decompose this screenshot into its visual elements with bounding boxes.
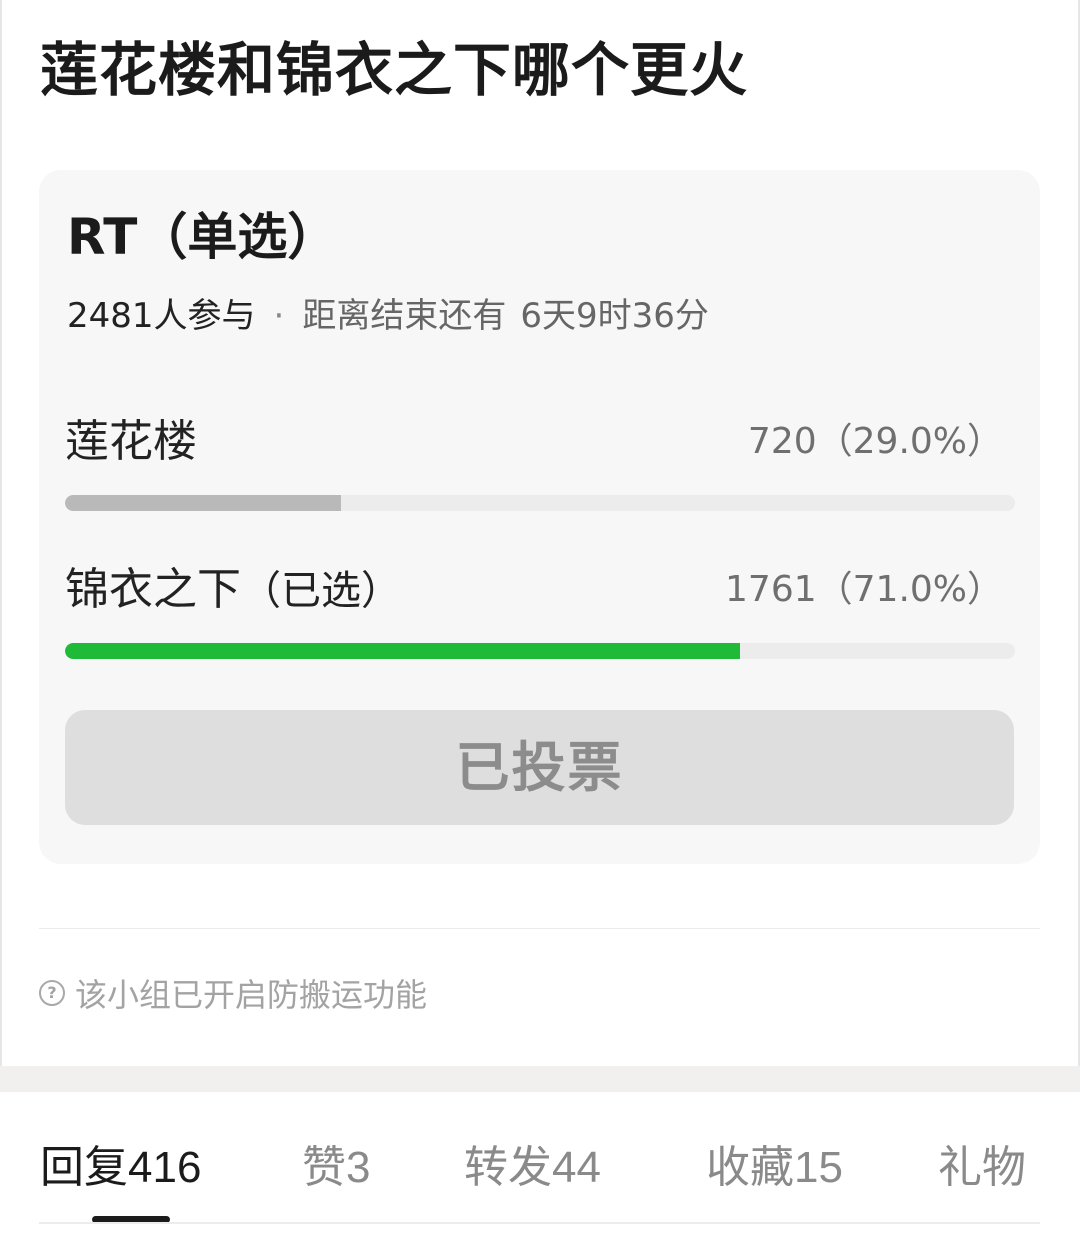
tab-likes[interactable]: 赞3	[302, 1138, 370, 1198]
anti-repost-text: 该小组已开启防搬运功能	[75, 976, 428, 1014]
poll-option-bar-fill	[65, 495, 341, 511]
poll-title: RT（单选）	[67, 208, 338, 266]
poll-option-label: 锦衣之下（已选）	[65, 558, 401, 623]
tab-reposts[interactable]: 转发44	[464, 1138, 601, 1198]
section-gap	[0, 1066, 1080, 1092]
tab-gifts[interactable]: 礼物	[938, 1138, 1026, 1198]
post-detail-page: 莲花楼和锦衣之下哪个更火 RT（单选） 2481人参与 · 距离结束还有 6天9时36…	[0, 0, 1080, 1242]
option-name: 锦衣之下	[65, 564, 241, 615]
tab-label: 转发	[464, 1142, 552, 1193]
tab-label: 礼物	[938, 1142, 1026, 1193]
tab-count: 15	[794, 1143, 843, 1192]
poll-option-label: 莲花楼	[65, 410, 197, 475]
tab-count: 416	[128, 1143, 202, 1192]
tab-favorites[interactable]: 收藏15	[706, 1138, 843, 1198]
post-title: 莲花楼和锦衣之下哪个更火	[40, 36, 749, 104]
poll-option-count: 720（29.0%）	[747, 421, 1003, 462]
poll-option-bar-track	[65, 643, 1015, 659]
tab-count: 44	[552, 1143, 601, 1192]
poll-option-bar-fill	[65, 643, 740, 659]
poll-meta: 2481人参与 · 距离结束还有 6天9时36分	[67, 292, 709, 340]
voted-button[interactable]: 已投票	[65, 710, 1014, 825]
poll-card: RT（单选） 2481人参与 · 距离结束还有 6天9时36分 莲花楼 720（29.…	[39, 170, 1040, 864]
option-name: 莲花楼	[65, 416, 197, 467]
tab-label: 收藏	[706, 1142, 794, 1193]
anti-repost-notice: ? 该小组已开启防搬运功能	[39, 968, 427, 1018]
poll-participants: 2481人参与	[67, 296, 256, 336]
interaction-tabs: 回复416 赞3 转发44 收藏15 礼物	[0, 1092, 1080, 1242]
divider	[39, 928, 1040, 929]
poll-deadline-value: 6天9时36分	[520, 296, 709, 336]
tab-label: 赞	[302, 1142, 346, 1193]
meta-separator: ·	[273, 296, 285, 336]
option-selected-tag: （已选）	[241, 568, 401, 614]
tab-label: 回复	[40, 1142, 128, 1193]
left-border	[0, 0, 2, 1242]
poll-option-bar-track	[65, 495, 1015, 511]
tab-replies[interactable]: 回复416	[40, 1138, 201, 1198]
poll-deadline-label: 距离结束还有	[302, 296, 507, 336]
tab-count: 3	[346, 1143, 371, 1192]
help-circle-icon[interactable]: ?	[39, 980, 65, 1006]
tabs-bottom-divider	[39, 1222, 1040, 1224]
poll-option-count: 1761（71.0%）	[725, 569, 1003, 610]
